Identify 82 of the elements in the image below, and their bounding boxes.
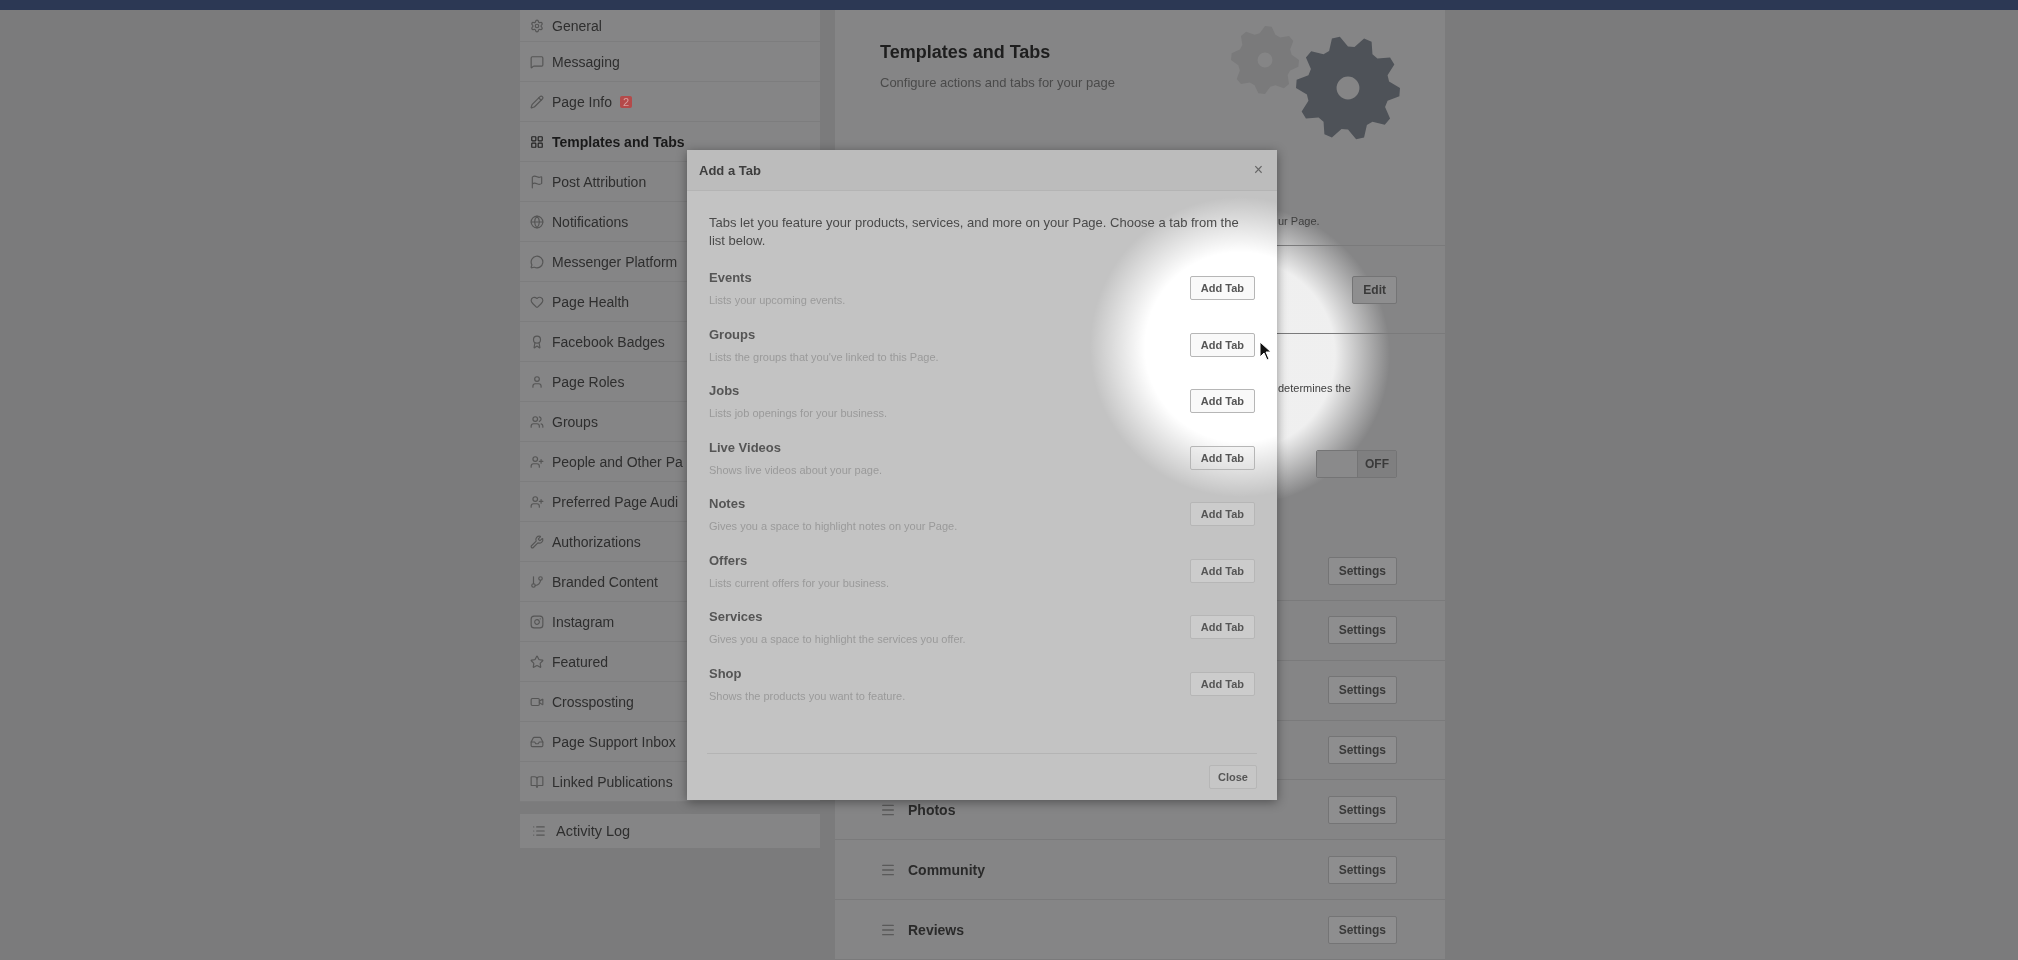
- sidebar-item-label: Page Support Inbox: [552, 733, 676, 750]
- settings-button[interactable]: Settings: [1327, 556, 1397, 585]
- description-text: determines the: [1278, 382, 1351, 395]
- tab-name: Events: [709, 270, 753, 285]
- sidebar-item-label: Authorizations: [552, 533, 641, 550]
- sidebar-item-label: Templates and Tabs: [552, 133, 685, 150]
- person-icon: [530, 374, 544, 389]
- toggle-switch[interactable]: OFF: [1316, 449, 1397, 478]
- chat-icon: [530, 54, 544, 69]
- add-tab-button[interactable]: Add Tab: [1189, 558, 1255, 583]
- page-subtitle: Configure actions and tabs for your page: [880, 75, 1115, 90]
- settings-button[interactable]: Settings: [1327, 795, 1397, 824]
- sidebar-item-label: Groups: [552, 413, 598, 430]
- badge-icon: [530, 334, 544, 349]
- add-tab-button[interactable]: Add Tab: [1189, 276, 1255, 300]
- tab-name: Groups: [709, 326, 757, 342]
- camera-icon: [530, 614, 544, 629]
- tab-name: Community: [908, 861, 985, 878]
- sidebar-item-label: Featured: [552, 653, 609, 670]
- tab-name: Jobs: [709, 383, 741, 398]
- settings-button[interactable]: Settings: [1327, 616, 1397, 645]
- people-icon: [530, 414, 544, 429]
- chat-bubble-icon: [530, 254, 544, 269]
- person-icon: [530, 494, 544, 509]
- person-icon: [530, 454, 544, 469]
- tab-name: Photos: [908, 801, 956, 818]
- toggle-label: OFF: [1357, 450, 1396, 477]
- sidebar-item-label: Post Attribution: [552, 173, 647, 190]
- cursor-icon: [1259, 341, 1273, 361]
- settings-button[interactable]: Settings: [1327, 855, 1397, 884]
- add-tab-button[interactable]: Add Tab: [1189, 615, 1255, 639]
- sidebar-item[interactable]: General: [520, 10, 820, 42]
- sidebar-item-label: Messenger Platform: [552, 253, 678, 270]
- sidebar-item-label: General: [552, 17, 602, 34]
- inbox-icon: [530, 734, 544, 749]
- sidebar-item-label: Notifications: [552, 213, 629, 230]
- heart-icon: [530, 294, 544, 309]
- sidebar-item-label: Preferred Page Audi: [552, 493, 679, 510]
- grid-icon: [530, 134, 544, 149]
- settings-button[interactable]: Settings: [1327, 676, 1397, 705]
- sidebar-item-label: Page Health: [552, 293, 630, 310]
- sidebar-item-label: Page Info: [552, 93, 612, 110]
- branch-icon: [530, 574, 544, 589]
- gear-icon: [530, 18, 544, 33]
- sidebar-item-label: Crossposting: [552, 693, 634, 710]
- description-text: ur Page.: [1278, 214, 1320, 227]
- globe-icon: [530, 214, 544, 229]
- activity-log-label: Activity Log: [556, 823, 631, 839]
- edit-button[interactable]: Edit: [1352, 275, 1397, 304]
- tab-name: Shop: [709, 665, 743, 681]
- book-icon: [530, 774, 544, 789]
- close-button[interactable]: Close: [1209, 765, 1257, 789]
- settings-button[interactable]: Settings: [1327, 736, 1397, 765]
- flag-icon: [530, 174, 544, 189]
- sidebar-item[interactable]: Page Info 2: [520, 82, 820, 122]
- sidebar-item-label: Instagram: [552, 613, 615, 630]
- sidebar-item-label: Facebook Badges: [552, 333, 665, 350]
- add-tab-button[interactable]: Add Tab: [1189, 332, 1255, 357]
- add-tab-button[interactable]: Add Tab: [1189, 671, 1255, 696]
- activity-log-item[interactable]: Activity Log: [520, 814, 820, 848]
- settings-button[interactable]: Settings: [1327, 915, 1397, 944]
- tab-name: Reviews: [908, 921, 965, 938]
- list-icon: [532, 824, 546, 838]
- dialog-title: Add a Tab: [699, 162, 761, 178]
- sidebar-item-label: Linked Publications: [552, 773, 673, 790]
- sidebar-item[interactable]: Messaging: [520, 42, 820, 82]
- tab-name: Notes: [709, 496, 747, 511]
- page-title: Templates and Tabs: [880, 42, 1052, 63]
- sidebar-item-label: Branded Content: [552, 573, 658, 590]
- pencil-icon: [530, 94, 544, 109]
- wrench-icon: [530, 534, 544, 549]
- star-icon: [530, 654, 544, 669]
- add-tab-button[interactable]: Add Tab: [1189, 389, 1255, 413]
- sidebar-item-label: Messaging: [552, 53, 620, 70]
- add-tab-button[interactable]: Add Tab: [1189, 502, 1255, 526]
- add-tab-button[interactable]: Add Tab: [1189, 445, 1255, 470]
- sidebar-item-label: People and Other Pa: [552, 453, 683, 470]
- notification-badge: 2: [619, 95, 633, 108]
- close-icon[interactable]: ×: [1253, 161, 1263, 179]
- sidebar-item-label: Page Roles: [552, 373, 625, 390]
- tab-name: Live Videos: [709, 439, 782, 455]
- tab-name: Services: [709, 609, 764, 624]
